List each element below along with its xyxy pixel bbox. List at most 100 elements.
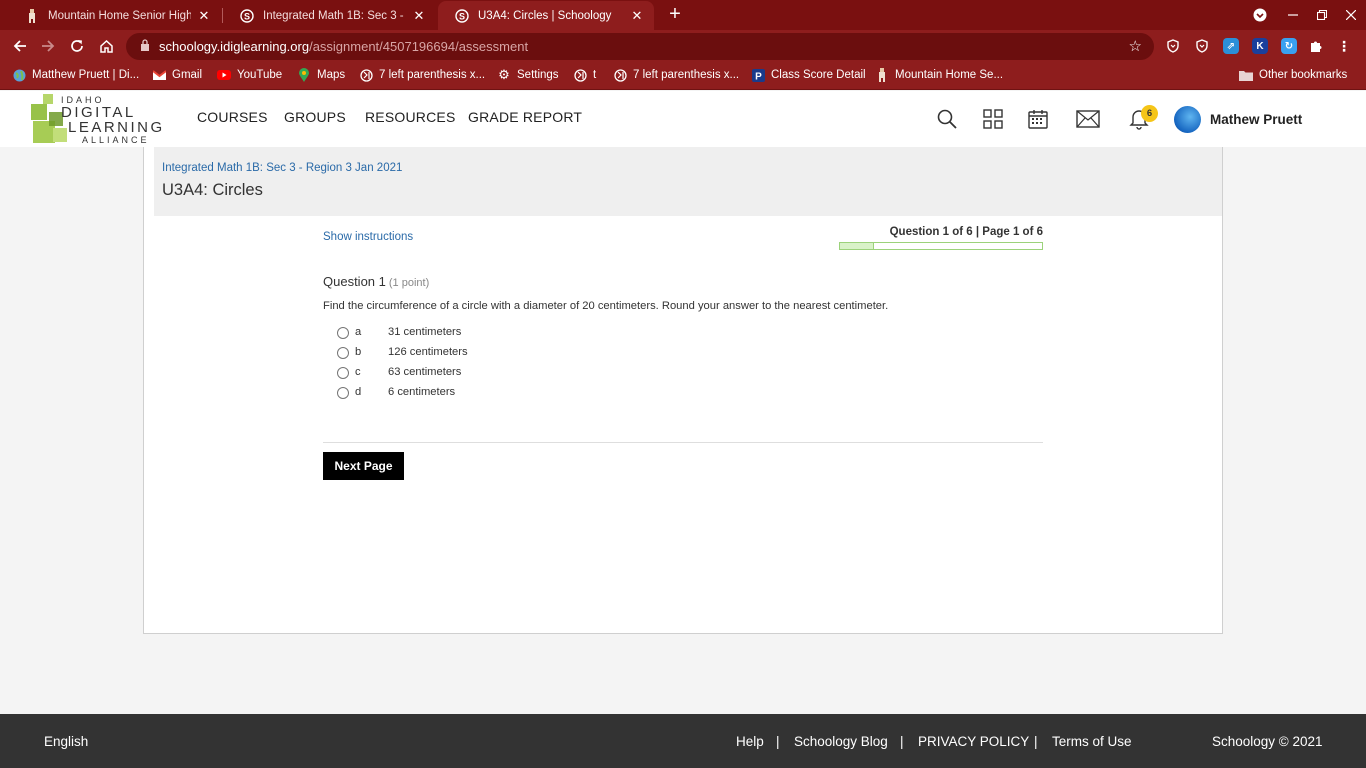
radio-button[interactable] (337, 327, 349, 339)
answer-choice-b[interactable]: b 126 centimeters (336, 344, 468, 362)
footer-link-blog[interactable]: Schoology Blog (794, 734, 888, 749)
link-globe-icon (359, 68, 373, 82)
avatar[interactable] (1174, 106, 1201, 133)
choice-letter: a (355, 326, 362, 338)
copyright: Schoology © 2021 (1212, 734, 1323, 749)
profile-menu-icon[interactable] (1245, 0, 1275, 30)
bookmark-item[interactable]: Mountain Home Se... (875, 68, 1003, 82)
choice-text: 6 centimeters (388, 386, 456, 398)
browser-tab-bar: Mountain Home Senior High Sc ✕ S Integra… (0, 0, 1366, 30)
bookmark-item[interactable]: P Class Score Detail (751, 68, 866, 82)
reload-icon[interactable] (66, 35, 88, 57)
restore-icon[interactable] (1307, 0, 1337, 30)
other-bookmarks[interactable]: Other bookmarks (1239, 68, 1347, 82)
window-close-icon[interactable] (1336, 0, 1366, 30)
browser-tab[interactable]: S Integrated Math 1B: Sec 3 - Regi ✕ (223, 1, 436, 30)
nav-grade-report[interactable]: GRADE REPORT (468, 109, 582, 125)
extension-icon[interactable]: ⇗ (1223, 38, 1239, 54)
new-tab-button[interactable]: + (664, 3, 686, 25)
user-name[interactable]: Mathew Pruett (1210, 112, 1302, 127)
mail-icon[interactable] (1075, 106, 1101, 132)
shield-extension-icon[interactable] (1194, 38, 1210, 54)
link-globe-icon (613, 68, 627, 82)
bookmark-item[interactable]: 7 left parenthesis x... (613, 68, 739, 82)
maps-pin-icon (297, 68, 311, 82)
bookmark-item[interactable]: Gmail (152, 68, 202, 82)
choice-text: 31 centimeters (388, 326, 462, 338)
divider (323, 442, 1043, 443)
progress-bar-fill (840, 243, 874, 249)
answer-choice-a[interactable]: a 31 centimeters (336, 324, 461, 342)
close-icon[interactable]: ✕ (412, 8, 426, 24)
calendar-icon[interactable] (1025, 106, 1051, 132)
extension-icon[interactable]: ↻ (1281, 38, 1297, 54)
puzzle-extensions-icon[interactable] (1308, 38, 1324, 54)
browser-tab[interactable]: Mountain Home Senior High Sc ✕ (8, 1, 221, 30)
bookmark-item[interactable]: Maps (297, 68, 345, 82)
radio-button[interactable] (337, 347, 349, 359)
next-page-button[interactable]: Next Page (323, 452, 404, 480)
page-title: U3A4: Circles (162, 181, 263, 199)
nav-groups[interactable]: GROUPS (284, 109, 346, 125)
tab-title: U3A4: Circles | Schoology (478, 9, 612, 22)
folder-icon (1239, 68, 1253, 82)
answer-choice-c[interactable]: c 63 centimeters (336, 364, 461, 382)
assessment-card (143, 147, 1223, 634)
question-status: Question 1 of 6 | Page 1 of 6 (889, 226, 1043, 238)
p-logo-icon: P (751, 68, 765, 82)
radio-button[interactable] (337, 367, 349, 379)
shield-extension-icon[interactable] (1165, 38, 1181, 54)
choice-text: 126 centimeters (388, 346, 468, 358)
tab-title: Mountain Home Senior High Sc (48, 9, 191, 22)
close-icon[interactable]: ✕ (197, 8, 211, 24)
bookmark-item[interactable]: Matthew Pruett | Di... (12, 68, 139, 82)
apps-grid-icon[interactable] (980, 106, 1006, 132)
show-instructions-link[interactable]: Show instructions (323, 231, 413, 243)
more-menu-icon[interactable]: ⋮ (1336, 38, 1352, 54)
bookmark-item[interactable]: 7 left parenthesis x... (359, 68, 485, 82)
bookmark-item[interactable]: ⚙ Settings (497, 67, 558, 82)
url-path: /assignment/4507196694/assessment (309, 39, 529, 54)
progress-bar (839, 242, 1043, 250)
home-icon[interactable] (95, 35, 117, 57)
footer: English Help | Schoology Blog | PRIVACY … (0, 714, 1366, 768)
close-icon[interactable]: ✕ (630, 8, 644, 24)
footer-separator: | (900, 734, 904, 749)
browser-tab-active[interactable]: S U3A4: Circles | Schoology ✕ (438, 1, 654, 30)
bookmark-item[interactable]: YouTube (217, 68, 282, 82)
question-text: Find the circumference of a circle with … (323, 300, 889, 312)
address-bar[interactable]: schoology.idiglearning.org/assignment/45… (126, 33, 1154, 60)
site-header: IDAHO DIGITAL LEARNING ALLIANCE COURSES … (0, 91, 1366, 147)
bookmark-item[interactable]: t (573, 68, 596, 82)
k-extension-icon[interactable]: K (1252, 38, 1268, 54)
bookmark-label: 7 left parenthesis x... (379, 69, 486, 81)
graduation-figure-icon (24, 8, 40, 24)
radio-button[interactable] (337, 387, 349, 399)
choice-text: 63 centimeters (388, 366, 462, 378)
notification-badge[interactable]: 6 (1141, 105, 1158, 122)
language-selector[interactable]: English (44, 734, 88, 749)
minimize-icon[interactable] (1278, 0, 1308, 30)
svg-text:S: S (244, 11, 250, 21)
footer-link-terms[interactable]: Terms of Use (1052, 734, 1132, 749)
forward-arrow-icon[interactable] (37, 35, 59, 57)
search-icon[interactable] (934, 106, 960, 132)
bookmark-label: Class Score Detail (771, 69, 866, 81)
question-points: (1 point) (388, 277, 430, 289)
footer-link-privacy[interactable]: PRIVACY POLICY (918, 734, 1029, 749)
lock-icon[interactable] (140, 39, 150, 54)
footer-link-help[interactable]: Help (736, 734, 764, 749)
course-breadcrumb-link[interactable]: Integrated Math 1B: Sec 3 - Region 3 Jan… (162, 162, 402, 174)
nav-resources[interactable]: RESOURCES (365, 109, 455, 125)
nav-courses[interactable]: COURSES (197, 109, 268, 125)
bookmark-label: t (593, 69, 597, 81)
url-host: schoology.idiglearning.org (159, 39, 310, 54)
bookmark-star-icon[interactable]: ☆ (1129, 37, 1142, 55)
choice-letter: d (355, 386, 362, 398)
back-arrow-icon[interactable] (9, 35, 31, 57)
idla-logo[interactable]: IDAHO DIGITAL LEARNING ALLIANCE (31, 94, 181, 146)
answer-choice-d[interactable]: d 6 centimeters (336, 384, 455, 402)
page-header-band (154, 147, 1222, 216)
schoology-icon: S (454, 8, 470, 24)
question-label: Question 1 (323, 274, 386, 289)
